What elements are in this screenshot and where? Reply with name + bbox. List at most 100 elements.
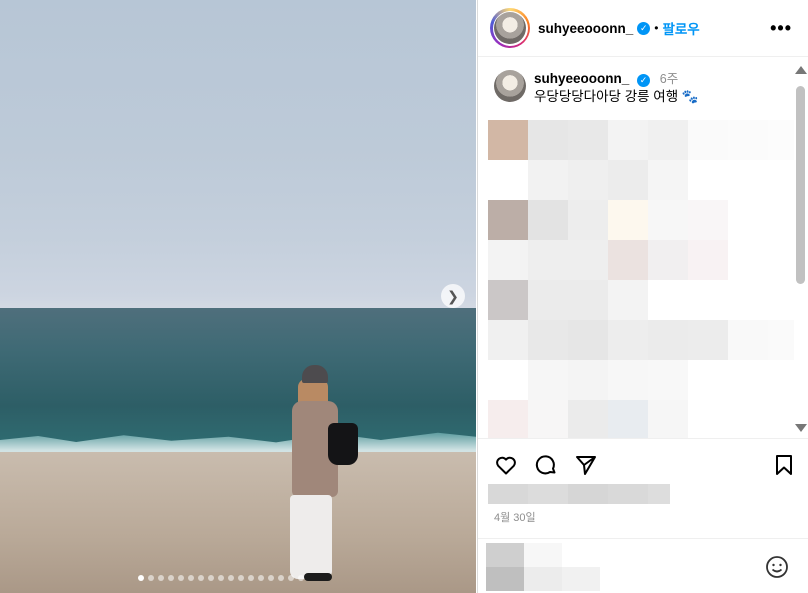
mosaic-cell xyxy=(688,280,728,320)
carousel-dot xyxy=(168,575,174,581)
carousel-dot xyxy=(238,575,244,581)
carousel-dot xyxy=(278,575,284,581)
mosaic-cell xyxy=(486,543,524,567)
post-date[interactable]: 4월 30일 xyxy=(494,509,536,525)
mosaic-cell xyxy=(528,400,568,438)
mosaic-cell xyxy=(562,543,600,567)
smiley-icon[interactable] xyxy=(765,555,789,584)
post-photo[interactable]: ❯ xyxy=(0,0,476,593)
post-side-panel: suhyeeooonn_ ✓ • 팔로우 ••• suhyeeooonn_ ✓ … xyxy=(477,0,808,593)
add-comment-area[interactable] xyxy=(478,538,808,593)
mosaic-cell xyxy=(600,567,638,591)
carousel-dot xyxy=(208,575,214,581)
heart-icon[interactable] xyxy=(494,453,518,477)
mosaic-cell xyxy=(648,360,688,400)
comment-input-blurred xyxy=(486,543,638,591)
mosaic-cell xyxy=(608,200,648,240)
header-username[interactable]: suhyeeooonn_ xyxy=(538,21,633,36)
next-slide-button[interactable]: ❯ xyxy=(441,284,465,308)
mosaic-cell xyxy=(568,240,608,280)
person-shoes xyxy=(304,573,332,581)
likes-count-blurred[interactable] xyxy=(488,484,670,504)
caption-row: suhyeeooonn_ ✓ 6주 우당당당다아당 강릉 여행 🐾 xyxy=(478,58,794,106)
carousel-dot xyxy=(188,575,194,581)
scroll-up-icon[interactable] xyxy=(795,66,807,74)
mosaic-cell xyxy=(688,120,728,160)
mosaic-cell xyxy=(728,200,768,240)
mosaic-cell xyxy=(488,120,528,160)
mosaic-cell xyxy=(568,120,608,160)
carousel-dot xyxy=(298,575,304,581)
comments-section: suhyeeooonn_ ✓ 6주 우당당당다아당 강릉 여행 🐾 xyxy=(478,58,794,438)
mosaic-cell xyxy=(528,160,568,200)
mosaic-cell xyxy=(688,240,728,280)
mosaic-cell xyxy=(488,400,528,438)
mosaic-cell xyxy=(768,120,794,160)
mosaic-cell xyxy=(768,240,794,280)
story-ring[interactable] xyxy=(490,8,530,48)
mosaic-cell xyxy=(648,120,688,160)
person-cap xyxy=(302,365,328,383)
caption-avatar[interactable] xyxy=(494,70,526,102)
carousel-dot xyxy=(228,575,234,581)
person-skirt xyxy=(290,495,332,579)
mosaic-cell xyxy=(728,120,768,160)
comments-scrollbar[interactable] xyxy=(793,62,808,436)
mosaic-cell xyxy=(528,320,568,360)
mosaic-cell xyxy=(568,484,608,504)
mosaic-cell xyxy=(768,200,794,240)
mosaic-cell xyxy=(608,400,648,438)
mosaic-cell xyxy=(568,360,608,400)
mosaic-cell xyxy=(528,120,568,160)
follow-button[interactable]: 팔로우 xyxy=(662,18,699,38)
mosaic-cell xyxy=(488,360,528,400)
mosaic-cell xyxy=(728,400,768,438)
mosaic-cell xyxy=(648,200,688,240)
mosaic-cell xyxy=(768,160,794,200)
photo-sea xyxy=(0,308,476,448)
header-separator: • xyxy=(654,21,659,35)
mosaic-cell xyxy=(688,320,728,360)
carousel-dot xyxy=(288,575,294,581)
mosaic-cell xyxy=(528,484,568,504)
post-header: suhyeeooonn_ ✓ • 팔로우 ••• xyxy=(478,0,808,57)
caption-meta: suhyeeooonn_ ✓ 6주 xyxy=(534,70,699,88)
carousel-dot xyxy=(198,575,204,581)
scrollbar-thumb[interactable] xyxy=(796,86,805,284)
mosaic-cell xyxy=(608,320,648,360)
mosaic-cell xyxy=(648,484,670,504)
mosaic-cell xyxy=(688,200,728,240)
blurred-comments xyxy=(488,120,794,438)
mosaic-cell xyxy=(568,280,608,320)
mosaic-cell xyxy=(688,360,728,400)
mosaic-cell xyxy=(768,360,794,400)
comment-icon[interactable] xyxy=(534,453,558,477)
mosaic-cell xyxy=(528,240,568,280)
mosaic-cell xyxy=(728,320,768,360)
carousel-dot xyxy=(248,575,254,581)
more-options-icon[interactable]: ••• xyxy=(770,18,792,39)
scroll-down-icon[interactable] xyxy=(795,424,807,432)
mosaic-cell xyxy=(648,240,688,280)
caption-time[interactable]: 6주 xyxy=(660,72,678,86)
caption-username[interactable]: suhyeeooonn_ xyxy=(534,71,629,86)
mosaic-cell xyxy=(562,567,600,591)
mosaic-cell xyxy=(728,280,768,320)
send-icon[interactable] xyxy=(574,453,598,477)
mosaic-cell xyxy=(568,200,608,240)
mosaic-cell xyxy=(688,160,728,200)
carousel-dot xyxy=(218,575,224,581)
avatar-border xyxy=(492,10,528,46)
bookmark-icon[interactable] xyxy=(772,453,796,477)
carousel-dot xyxy=(268,575,274,581)
mosaic-cell xyxy=(728,240,768,280)
mosaic-cell xyxy=(608,484,648,504)
photo-person xyxy=(280,365,360,585)
mosaic-cell xyxy=(608,360,648,400)
mosaic-cell xyxy=(488,160,528,200)
mosaic-cell xyxy=(608,240,648,280)
carousel-dot xyxy=(138,575,144,581)
verified-badge-icon: ✓ xyxy=(637,73,651,87)
avatar xyxy=(494,12,526,44)
mosaic-cell xyxy=(728,160,768,200)
